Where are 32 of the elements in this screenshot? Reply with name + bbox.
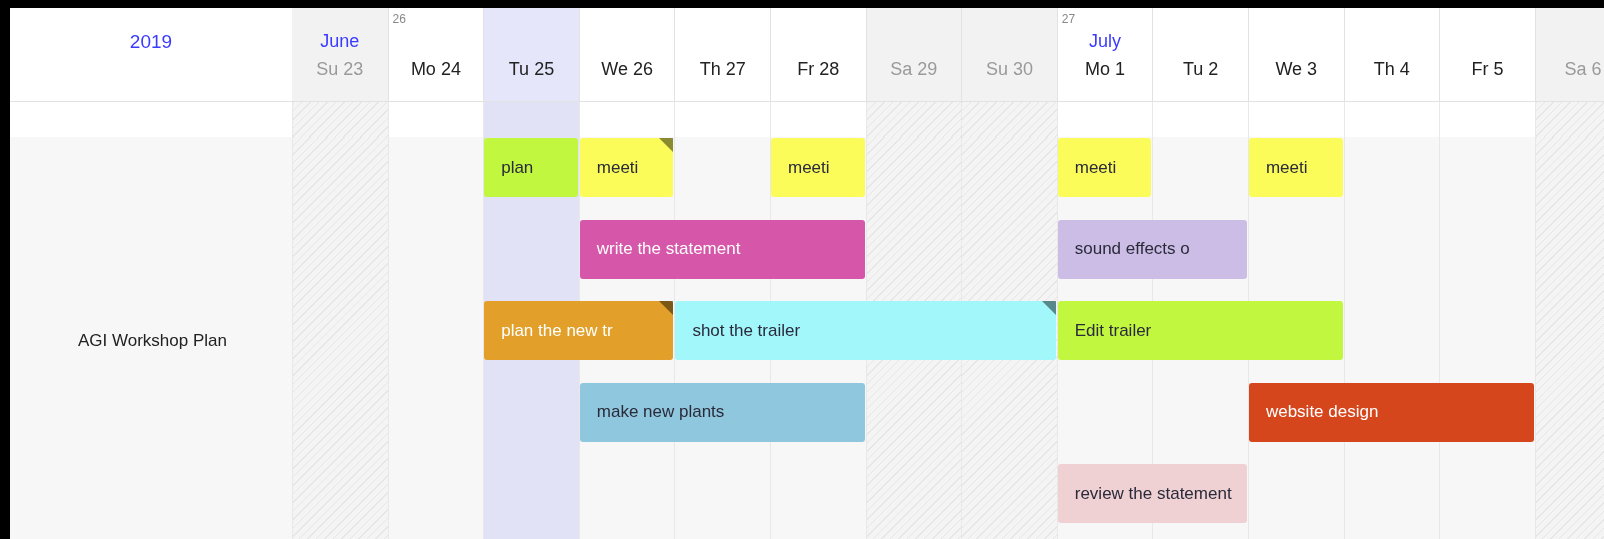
day-label: Sa 29 [890, 58, 938, 81]
day-label: Fr 5 [1471, 58, 1504, 81]
event-bar[interactable]: review the statement [1057, 464, 1247, 523]
event-bar[interactable]: Edit trailer [1057, 301, 1343, 360]
day-label: Su 30 [985, 58, 1033, 81]
event-bar[interactable]: meeti [770, 138, 865, 197]
day-label: Fr 28 [797, 58, 840, 81]
day-label: Tu 2 [1182, 58, 1219, 81]
event-bar[interactable]: write the statement [579, 219, 865, 279]
day-label: Th 27 [699, 58, 746, 81]
event-bar[interactable]: shot the trailer [675, 301, 1056, 360]
week-number: 26 [392, 11, 406, 28]
month-label: June [320, 30, 360, 53]
event-bar[interactable]: website design [1248, 382, 1534, 442]
day-label: Tu 25 [508, 58, 555, 81]
year-label: 2019 [129, 30, 173, 54]
day-label: Su 23 [316, 58, 364, 81]
day-label: Mo 1 [1085, 58, 1126, 81]
event-bar[interactable]: plan [484, 138, 578, 197]
day-label: We 26 [601, 58, 653, 81]
day-label: We 3 [1275, 58, 1318, 81]
event-bar[interactable]: meeti [1057, 138, 1152, 197]
day-label: Th 4 [1373, 58, 1410, 81]
event-bar[interactable]: make new plants [579, 382, 865, 442]
day-label: Mo 24 [410, 58, 461, 81]
week-number: 27 [1061, 11, 1076, 28]
day-label: Sa 6 [1564, 58, 1602, 81]
resource-label: AGI Workshop Plan [78, 330, 227, 352]
event-bar[interactable]: meeti [1248, 138, 1343, 197]
event-bar[interactable]: sound effects o [1057, 219, 1247, 279]
month-label: July [1089, 30, 1122, 53]
event-bar[interactable]: meeti [579, 138, 674, 197]
